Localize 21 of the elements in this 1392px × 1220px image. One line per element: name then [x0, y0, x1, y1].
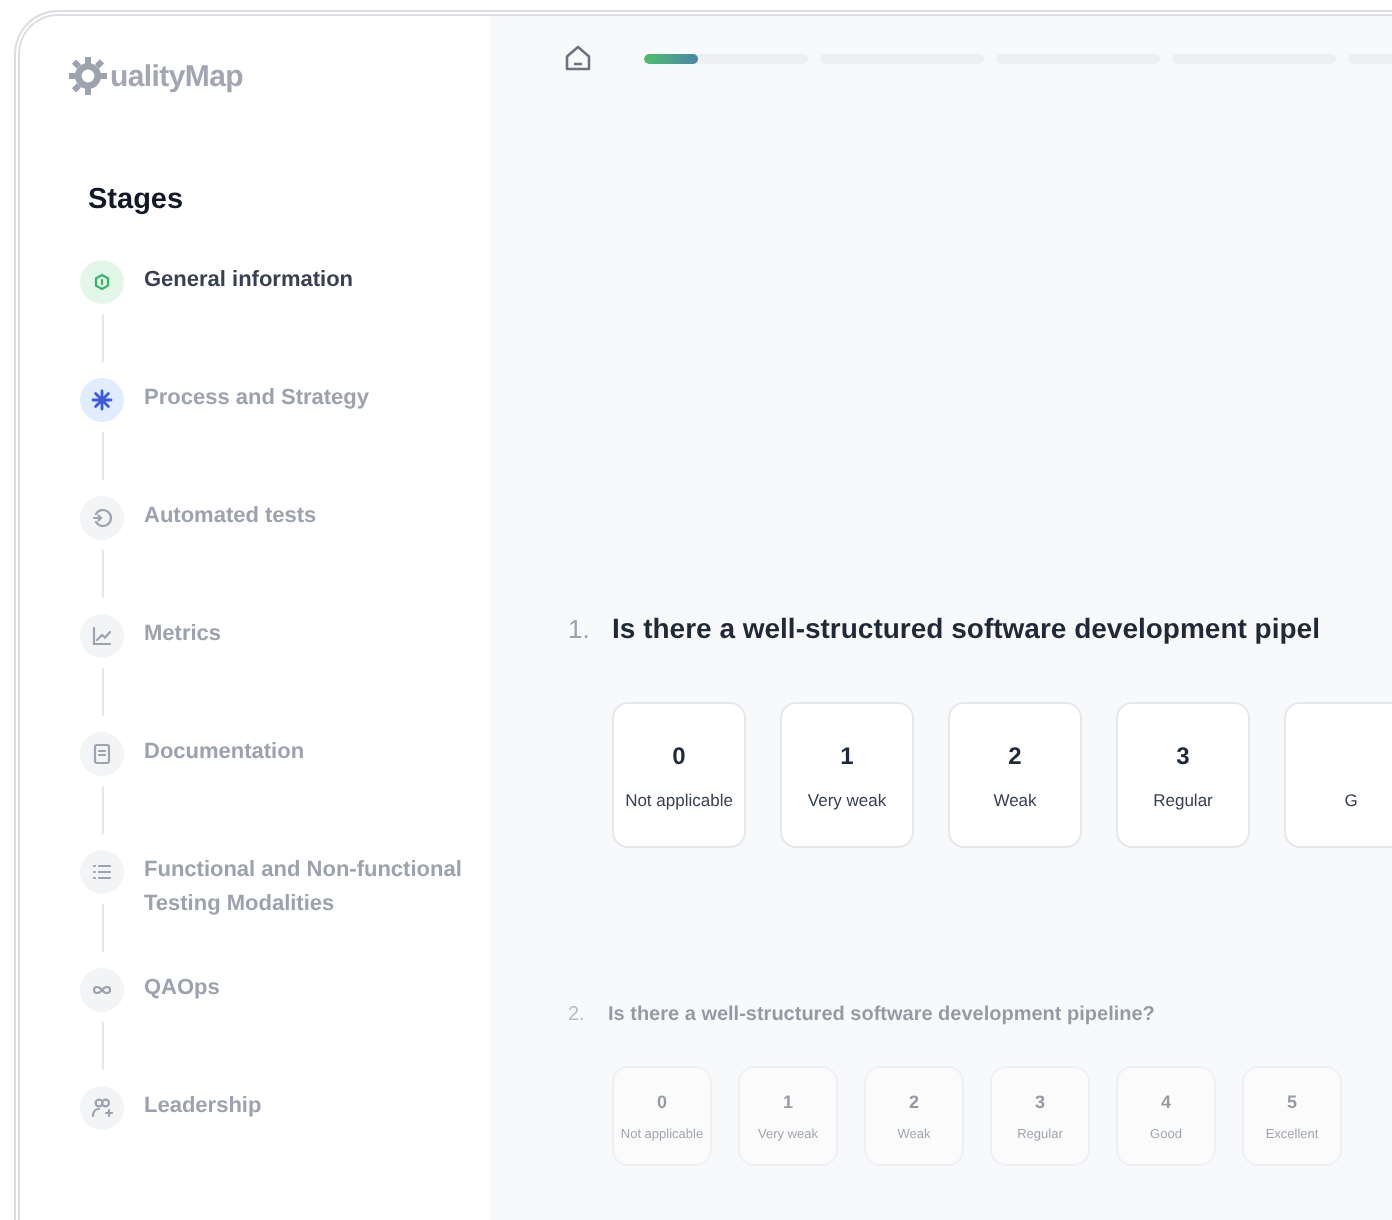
rating-option[interactable]: 0 Not applicable — [612, 702, 746, 848]
stage-link[interactable]: Leadership — [144, 1086, 464, 1204]
question-number: 2. — [568, 1004, 587, 1026]
logo-text: ualityMap — [110, 59, 243, 93]
question-text: Is there a well-structured software development pipel — [612, 612, 1320, 644]
question-number: 1. — [568, 614, 592, 644]
stage-link[interactable]: Metrics — [144, 614, 464, 732]
stage-link[interactable]: Documentation — [144, 732, 464, 850]
stage-link[interactable]: Functional and Non-functional Testing Modalities — [144, 850, 464, 968]
stage-link[interactable]: QAOps — [144, 968, 464, 1086]
stage-link[interactable]: General information — [144, 260, 464, 378]
stage-link[interactable]: Automated tests — [144, 496, 464, 614]
question-text: Is there a well-structured software development pipeline? — [608, 1004, 1155, 1026]
rating-option[interactable]: 3 Regular — [1116, 702, 1250, 848]
rating-option[interactable]: G — [1284, 702, 1392, 848]
gear-icon — [68, 56, 108, 96]
rating-option[interactable]: 2 Weak — [948, 702, 1082, 848]
rating-option[interactable]: 1 Very weak — [780, 702, 914, 848]
home-icon[interactable] — [564, 44, 592, 72]
stage-link[interactable]: Process and Strategy — [144, 378, 464, 496]
stages-heading: Stages — [88, 184, 186, 216]
